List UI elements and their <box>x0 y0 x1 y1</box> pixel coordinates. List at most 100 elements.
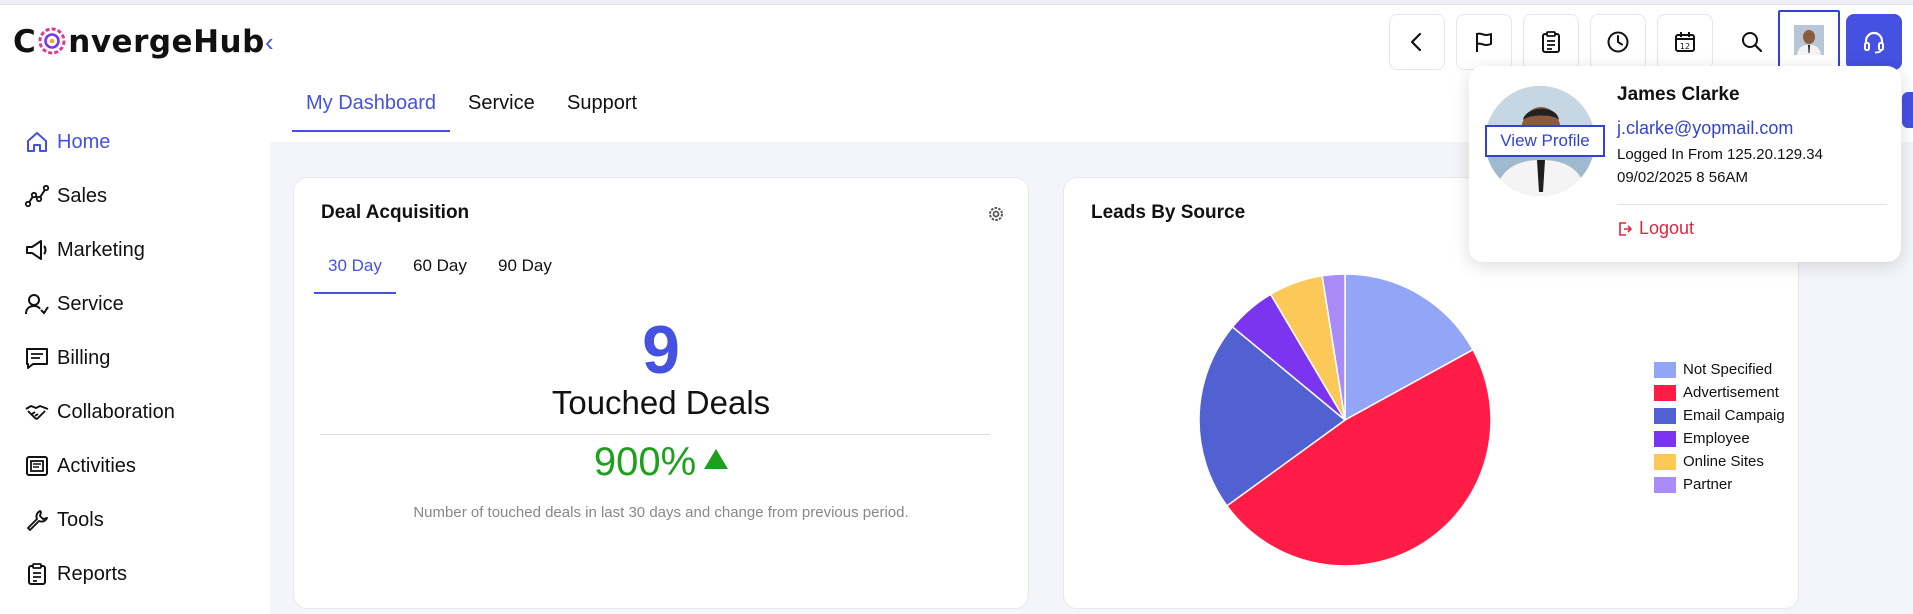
search-icon <box>1742 32 1763 53</box>
home-icon <box>27 132 47 152</box>
divider <box>320 434 990 435</box>
sidebar-item-home[interactable]: Home <box>24 125 110 159</box>
sidebar-item-label: Reports <box>57 562 128 585</box>
history-button[interactable] <box>1590 14 1646 70</box>
arrow-up-icon <box>704 449 729 469</box>
legend-item[interactable]: Employee <box>1654 427 1785 450</box>
leads-pie-chart <box>1198 273 1492 567</box>
sidebar-item-label: Billing <box>57 346 111 369</box>
back-icon <box>1410 32 1422 52</box>
logo-rest: nvergeHub <box>68 23 265 60</box>
login-time: 09/02/2025 8 56AM <box>1617 169 1748 186</box>
change-percent: 900% <box>294 440 1028 485</box>
flag-icon <box>1476 32 1492 52</box>
login-ip: Logged In From 125.20.129.34 <box>1617 146 1823 163</box>
profile-name: James Clarke <box>1617 84 1740 105</box>
avatar-button[interactable] <box>1778 10 1840 70</box>
sidebar-item-collaboration[interactable]: Collaboration <box>24 395 175 429</box>
subtab-60-day[interactable]: 60 Day <box>399 256 481 294</box>
sidebar-item-activities[interactable]: Activities <box>24 449 136 483</box>
service-user-icon <box>25 294 49 315</box>
deal-acquisition-card: Deal Acquisition 30 Day 60 Day 90 Day 9 … <box>293 177 1029 609</box>
legend-label: Email Campaig <box>1683 407 1785 424</box>
right-edge-accent <box>1902 92 1913 128</box>
flag-button[interactable] <box>1456 14 1512 70</box>
legend-swatch <box>1654 430 1676 447</box>
legend-item[interactable]: Partner <box>1654 473 1785 496</box>
tab-support[interactable]: Support <box>553 82 651 132</box>
top-border <box>0 0 1913 5</box>
sidebar-item-label: Sales <box>57 184 108 207</box>
legend-label: Employee <box>1683 430 1750 447</box>
legend-swatch <box>1654 476 1676 493</box>
sidebar-item-reports[interactable]: Reports <box>24 557 127 591</box>
handshake-icon <box>25 405 49 420</box>
profile-popup: View Profile James Clarke j.clarke@yopma… <box>1469 66 1901 262</box>
card-title: Leads By Source <box>1091 202 1246 223</box>
headset-icon <box>1864 31 1884 54</box>
legend-label: Not Specified <box>1683 361 1773 378</box>
activities-icon <box>26 456 48 476</box>
profile-email[interactable]: j.clarke@yopmail.com <box>1617 118 1793 139</box>
collapse-sidebar-icon[interactable]: ‹ <box>265 27 285 57</box>
reports-icon <box>28 563 46 585</box>
legend-swatch <box>1654 384 1676 401</box>
legend-label: Partner <box>1683 476 1733 493</box>
card-title: Deal Acquisition <box>321 202 470 223</box>
logo-letter-c: C <box>13 23 37 60</box>
change-value: 900% <box>593 440 697 484</box>
sidebar-item-label: Marketing <box>57 238 145 261</box>
billing-icon <box>26 348 48 369</box>
sales-chart-icon <box>24 184 50 208</box>
tasks-button[interactable] <box>1523 14 1579 70</box>
metric-note: Number of touched deals in last 30 days … <box>413 504 909 521</box>
logout-button[interactable]: Logout <box>1617 218 1694 239</box>
legend-item[interactable]: Not Specified <box>1654 358 1785 381</box>
touched-deals-count: 9 <box>642 312 680 388</box>
sidebar-item-label: Collaboration <box>57 400 175 423</box>
sidebar-item-sales[interactable]: Sales <box>24 179 107 213</box>
logout-icon <box>1619 221 1633 236</box>
view-profile-button[interactable]: View Profile <box>1485 125 1605 157</box>
calendar-icon: 12 <box>1675 32 1695 52</box>
sidebar-item-marketing[interactable]: Marketing <box>24 233 145 267</box>
sidebar-item-tools[interactable]: Tools <box>24 503 104 537</box>
avatar <box>1794 25 1824 55</box>
legend-swatch <box>1654 453 1676 470</box>
legend-swatch <box>1654 361 1676 378</box>
legend-item[interactable]: Email Campaig <box>1654 404 1785 427</box>
tab-service[interactable]: Service <box>454 82 549 132</box>
sidebar-item-service[interactable]: Service <box>24 287 124 321</box>
wrench-icon <box>27 510 48 531</box>
logo-o-icon <box>38 27 66 55</box>
support-button[interactable] <box>1846 14 1902 70</box>
clipboard-icon <box>1542 31 1560 53</box>
legend-label: Online Sites <box>1683 453 1764 470</box>
subtab-30-day[interactable]: 30 Day <box>314 256 396 294</box>
legend-item[interactable]: Advertisement <box>1654 381 1785 404</box>
sidebar-item-label: Activities <box>57 454 136 477</box>
logout-label: Logout <box>1639 218 1695 238</box>
legend-label: Advertisement <box>1683 384 1779 401</box>
gear-icon[interactable] <box>986 204 1006 224</box>
tab-my-dashboard[interactable]: My Dashboard <box>292 82 451 132</box>
sidebar-item-label: Tools <box>57 508 104 531</box>
calendar-button[interactable]: 12 <box>1657 14 1713 70</box>
chart-legend: Not Specified Advertisement Email Campaig E… <box>1654 358 1785 496</box>
metric-label: Touched Deals <box>551 384 771 421</box>
megaphone-icon <box>26 240 47 260</box>
logo-text: C nvergeHub <box>13 24 265 61</box>
legend-swatch <box>1654 407 1676 424</box>
subtab-90-day[interactable]: 90 Day <box>484 256 566 294</box>
sidebar-item-label: Service <box>57 292 124 315</box>
app-logo[interactable]: C nvergeHub <box>13 22 265 62</box>
app-root: C nvergeHub ‹ 12 Home Sales Marketing Se… <box>0 0 1913 614</box>
back-button[interactable] <box>1389 14 1445 70</box>
clock-icon <box>1607 31 1629 53</box>
search-button[interactable] <box>1724 14 1780 70</box>
sidebar-item-label: Home <box>57 130 111 153</box>
svg-text:12: 12 <box>1680 42 1690 51</box>
divider <box>1617 204 1887 205</box>
sidebar-item-billing[interactable]: Billing <box>24 341 110 375</box>
legend-item[interactable]: Online Sites <box>1654 450 1785 473</box>
